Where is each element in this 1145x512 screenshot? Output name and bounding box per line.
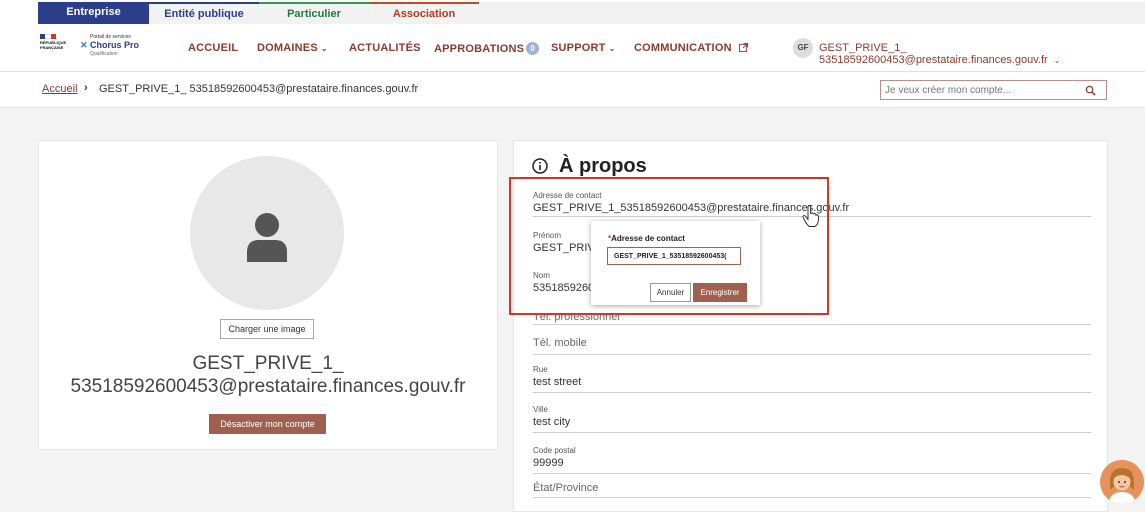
chorus-swoosh-icon: ✕ xyxy=(80,40,91,50)
popup-field-label: *Adresse de contact xyxy=(608,234,685,243)
field-cp-value: 99999 xyxy=(533,457,564,469)
main-navigation: RÉPUBLIQUE FRANÇAISE Portail de services… xyxy=(0,24,1145,72)
breadcrumb-separator: › xyxy=(84,82,88,94)
field-rue-value: test street xyxy=(533,376,582,388)
field-code-postal[interactable]: Code postal 99999 xyxy=(533,446,1091,474)
edit-contact-popup: *Adresse de contact Annuler Enregistrer xyxy=(591,221,760,305)
chorus-pro-logo[interactable]: Portail de services ✕ Chorus Pro Qualifi… xyxy=(80,34,150,57)
nav-approbations-label: APPROBATIONS xyxy=(434,43,525,55)
nav-support[interactable]: SUPPORT ⌄ xyxy=(551,42,615,54)
user-silhouette-icon xyxy=(247,213,287,262)
field-tel-mobile[interactable]: Tél. mobile xyxy=(533,337,1091,355)
popup-label-text: Adresse de contact xyxy=(611,234,685,243)
nav-accueil-label: ACCUEIL xyxy=(188,42,239,54)
tab-association[interactable]: Association xyxy=(369,2,479,24)
portal-env: Qualification xyxy=(90,51,118,57)
chevron-down-icon: ⌄ xyxy=(320,44,328,53)
field-etat-label: État/Province xyxy=(533,482,599,494)
user-name-label: GEST_PRIVE_1_ 53518592600453@prestataire… xyxy=(819,42,1048,66)
field-ville[interactable]: Ville test city xyxy=(533,405,1091,433)
breadcrumb-current: GEST_PRIVE_1_ 53518592600453@prestataire… xyxy=(99,83,419,95)
tab-entite-publique[interactable]: Entité publique xyxy=(149,2,259,24)
nav-communication-label: COMMUNICATION xyxy=(634,42,732,54)
nav-accueil[interactable]: ACCUEIL xyxy=(188,42,238,54)
cancel-button[interactable]: Annuler xyxy=(650,283,691,302)
assistant-chat-avatar[interactable] xyxy=(1100,460,1144,504)
nav-support-label: SUPPORT xyxy=(551,42,606,54)
field-rue[interactable]: Rue test street xyxy=(533,365,1091,393)
user-avatar[interactable]: GF xyxy=(793,38,813,58)
tabs-filler xyxy=(479,2,1145,24)
nav-communication[interactable]: COMMUNICATION xyxy=(634,42,748,54)
breadcrumb-home-link[interactable]: Accueil xyxy=(42,83,77,95)
info-icon xyxy=(532,158,548,174)
external-link-icon xyxy=(738,43,748,52)
save-button[interactable]: Enregistrer xyxy=(693,283,747,302)
nav-actualites-label: ACTUALITÉS xyxy=(349,42,421,54)
profile-card: Charger une image GEST_PRIVE_1_ 53518592… xyxy=(38,140,498,450)
search-input[interactable] xyxy=(885,83,1075,97)
field-tel-mobile-label: Tél. mobile xyxy=(533,337,587,349)
chevron-down-icon: ⌄ xyxy=(608,44,616,53)
contact-email-input[interactable] xyxy=(607,247,741,265)
tab-entreprise[interactable]: Entreprise xyxy=(38,2,149,24)
field-rue-label: Rue xyxy=(533,365,548,374)
nav-domaines[interactable]: DOMAINES ⌄ xyxy=(257,42,328,54)
field-cp-label: Code postal xyxy=(533,446,576,455)
hand-cursor-icon xyxy=(802,205,819,227)
profile-display-name: GEST_PRIVE_1_ 53518592600453@prestataire… xyxy=(39,352,497,398)
field-ville-label: Ville xyxy=(533,405,548,414)
upload-image-button[interactable]: Charger une image xyxy=(220,319,314,339)
breadcrumb-bar: Accueil › GEST_PRIVE_1_ 53518592600453@p… xyxy=(0,72,1145,108)
approbations-count-badge: 0 xyxy=(526,42,540,55)
french-flag-icon xyxy=(40,34,56,39)
rf-line2: FRANÇAISE xyxy=(40,44,64,50)
nav-actualites[interactable]: ACTUALITÉS xyxy=(349,42,421,54)
republique-francaise-logo: RÉPUBLIQUE FRANÇAISE xyxy=(40,34,76,64)
assistant-person-icon xyxy=(1100,460,1144,504)
user-menu[interactable]: GEST_PRIVE_1_ 53518592600453@prestataire… xyxy=(819,42,1145,66)
deactivate-account-button[interactable]: Désactiver mon compte xyxy=(209,414,326,434)
search-icon[interactable] xyxy=(1085,85,1096,96)
audience-tabs: Entreprise Entité publique Particulier A… xyxy=(0,0,1145,24)
search-box xyxy=(880,80,1107,100)
profile-picture xyxy=(190,156,344,310)
field-etat[interactable]: État/Province xyxy=(533,482,1091,498)
nav-approbations[interactable]: APPROBATIONS 0 xyxy=(434,42,540,55)
tab-particulier[interactable]: Particulier xyxy=(259,2,369,24)
portal-name: Chorus Pro xyxy=(90,40,140,50)
profile-display-line2: 53518592600453@prestataire.finances.gouv… xyxy=(70,376,466,397)
chevron-down-icon: ⌄ xyxy=(1053,56,1061,65)
nav-domaines-label: DOMAINES xyxy=(257,42,318,54)
profile-display-line1: GEST_PRIVE_1_ xyxy=(192,353,344,374)
about-title: À propos xyxy=(559,155,647,177)
field-ville-value: test city xyxy=(533,416,571,428)
